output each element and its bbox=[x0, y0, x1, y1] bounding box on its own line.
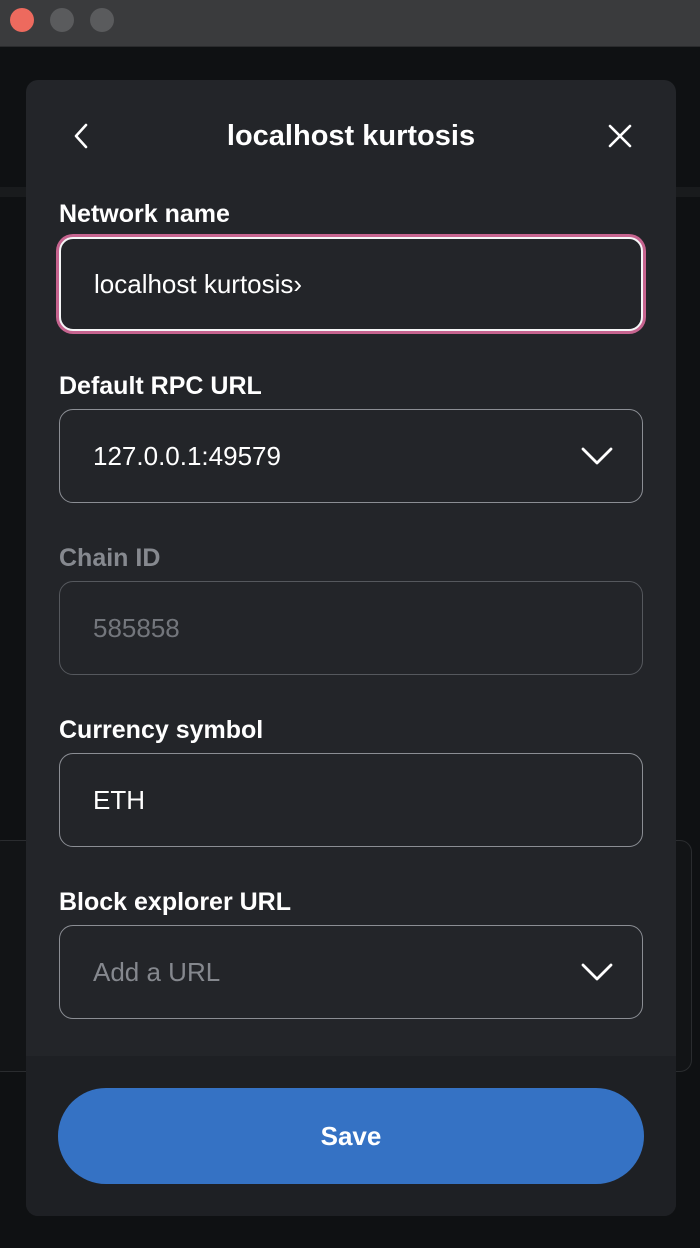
chain-id-value: 585858 bbox=[93, 612, 180, 643]
block-explorer-select[interactable]: Add a URL bbox=[59, 925, 643, 1019]
window-close-button[interactable] bbox=[10, 8, 34, 32]
window-minimize-button[interactable] bbox=[50, 8, 74, 32]
modal-title: localhost kurtosis bbox=[226, 120, 476, 152]
block-explorer-label: Block explorer URL bbox=[59, 888, 292, 916]
network-name-value: localhost kurtosis› bbox=[94, 268, 303, 299]
rpc-url-value: 127.0.0.1:49579 bbox=[93, 440, 281, 471]
chain-id-input: 585858 bbox=[59, 581, 643, 675]
modal-footer: Save bbox=[26, 1056, 676, 1216]
chevron-down-icon bbox=[580, 961, 614, 983]
window-titlebar bbox=[0, 0, 700, 47]
network-name-label: Network name bbox=[59, 200, 230, 228]
back-button[interactable] bbox=[58, 112, 106, 160]
rpc-url-label: Default RPC URL bbox=[59, 372, 262, 400]
modal-header: localhost kurtosis bbox=[26, 80, 676, 190]
chevron-left-icon bbox=[74, 123, 88, 149]
chevron-down-icon bbox=[580, 445, 614, 467]
window-zoom-button[interactable] bbox=[90, 8, 114, 32]
rpc-url-select[interactable]: 127.0.0.1:49579 bbox=[59, 409, 643, 503]
close-button[interactable] bbox=[596, 112, 644, 160]
chain-id-label: Chain ID bbox=[59, 544, 161, 572]
currency-symbol-value: ETH bbox=[93, 784, 145, 815]
currency-symbol-label: Currency symbol bbox=[59, 716, 264, 744]
network-name-input[interactable]: localhost kurtosis› bbox=[59, 237, 643, 331]
currency-symbol-input[interactable]: ETH bbox=[59, 753, 643, 847]
edit-network-modal: localhost kurtosis Network name localhos… bbox=[26, 80, 676, 1216]
save-button[interactable]: Save bbox=[58, 1088, 644, 1184]
close-icon bbox=[608, 124, 632, 148]
block-explorer-placeholder: Add a URL bbox=[93, 956, 221, 987]
